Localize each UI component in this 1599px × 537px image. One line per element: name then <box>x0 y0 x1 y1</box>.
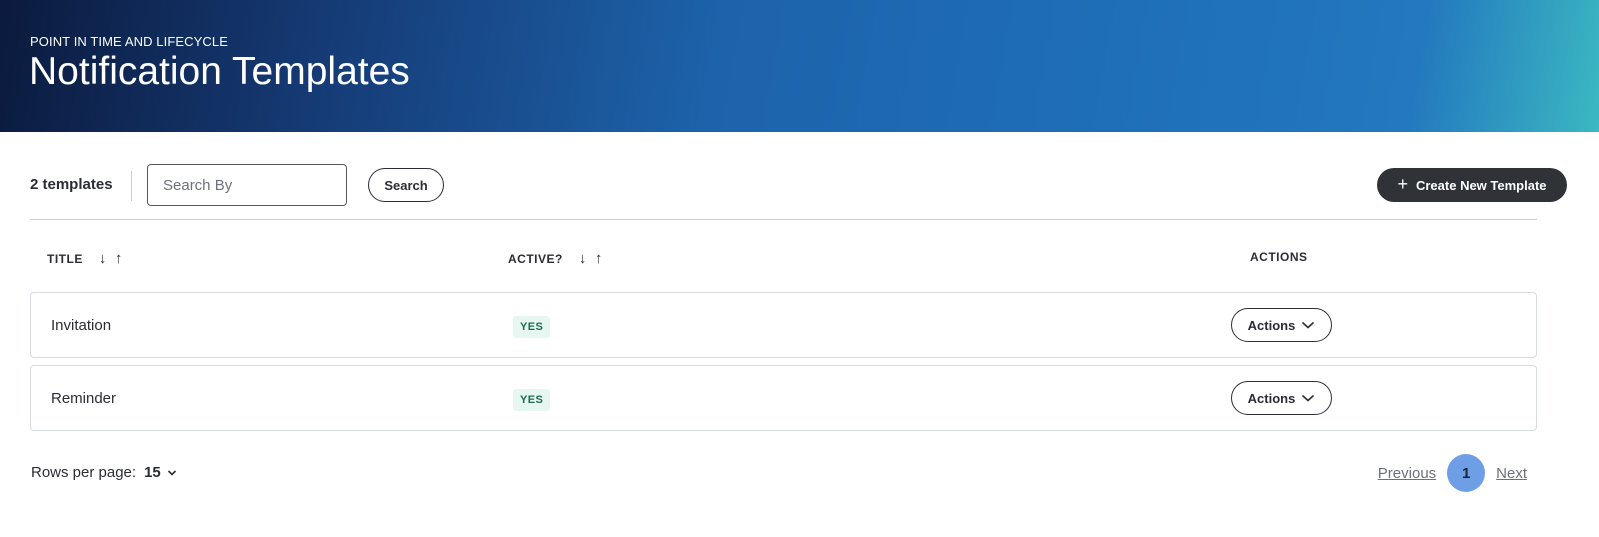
sort-descending-icon[interactable]: ↓ <box>99 250 107 267</box>
page-title: Notification Templates <box>29 50 410 93</box>
rows-per-page-label: Rows per page: <box>31 464 137 481</box>
actions-button-label: Actions <box>1247 317 1296 333</box>
column-header-active: ACTIVE? ↓ ↑ <box>508 250 603 267</box>
table-row: Invitation YES Actions <box>30 292 1537 358</box>
search-input[interactable] <box>147 164 347 206</box>
next-page-link[interactable]: Next <box>1496 465 1527 482</box>
chevron-down-icon <box>1302 321 1315 329</box>
create-new-template-button[interactable]: + Create New Template <box>1377 168 1567 202</box>
toolbar: 2 templates Search + Create New Template <box>30 163 1567 207</box>
sort-ascending-icon[interactable]: ↑ <box>115 250 123 267</box>
actions-dropdown-button[interactable]: Actions <box>1231 308 1332 342</box>
template-title: Invitation <box>51 317 112 334</box>
search-button[interactable]: Search <box>368 168 444 202</box>
actions-button-label: Actions <box>1247 390 1296 406</box>
toolbar-divider <box>131 171 132 201</box>
table-row: Reminder YES Actions <box>30 365 1537 431</box>
table-header: TITLE ↓ ↑ ACTIVE? ↓ ↑ ACTIONS <box>30 244 1537 272</box>
sort-ascending-icon[interactable]: ↑ <box>595 250 603 267</box>
table-footer: Rows per page: 15 Previous 1 Next <box>30 454 1537 492</box>
template-count: 2 templates <box>30 176 113 193</box>
actions-dropdown-button[interactable]: Actions <box>1231 381 1332 415</box>
create-button-label: Create New Template <box>1415 177 1547 193</box>
sort-descending-icon[interactable]: ↓ <box>579 250 587 267</box>
column-title-label: TITLE <box>47 251 83 266</box>
rows-per-page: Rows per page: 15 <box>31 464 177 481</box>
chevron-down-icon <box>167 469 176 476</box>
toolbar-separator <box>30 219 1537 220</box>
previous-page-link[interactable]: Previous <box>1378 465 1436 482</box>
column-active-label: ACTIVE? <box>508 251 563 266</box>
chevron-down-icon <box>1302 394 1315 402</box>
rows-per-page-select[interactable]: 15 <box>144 464 177 481</box>
column-header-actions: ACTIONS <box>1250 250 1308 264</box>
active-status-badge: YES <box>513 389 551 411</box>
page-number-current[interactable]: 1 <box>1447 454 1486 492</box>
plus-icon: + <box>1397 174 1408 194</box>
template-title: Reminder <box>51 390 117 407</box>
active-status-badge: YES <box>513 316 551 338</box>
column-actions-label: ACTIONS <box>1250 250 1308 264</box>
active-sort-controls: ↓ ↑ <box>579 250 603 267</box>
column-header-title: TITLE ↓ ↑ <box>47 250 123 267</box>
rows-per-page-value: 15 <box>144 464 161 481</box>
page-subtitle: POINT IN TIME AND LIFECYCLE <box>30 34 228 49</box>
page-header: POINT IN TIME AND LIFECYCLE Notification… <box>0 0 1599 132</box>
pagination: Previous 1 Next <box>1378 454 1527 492</box>
title-sort-controls: ↓ ↑ <box>99 250 123 267</box>
